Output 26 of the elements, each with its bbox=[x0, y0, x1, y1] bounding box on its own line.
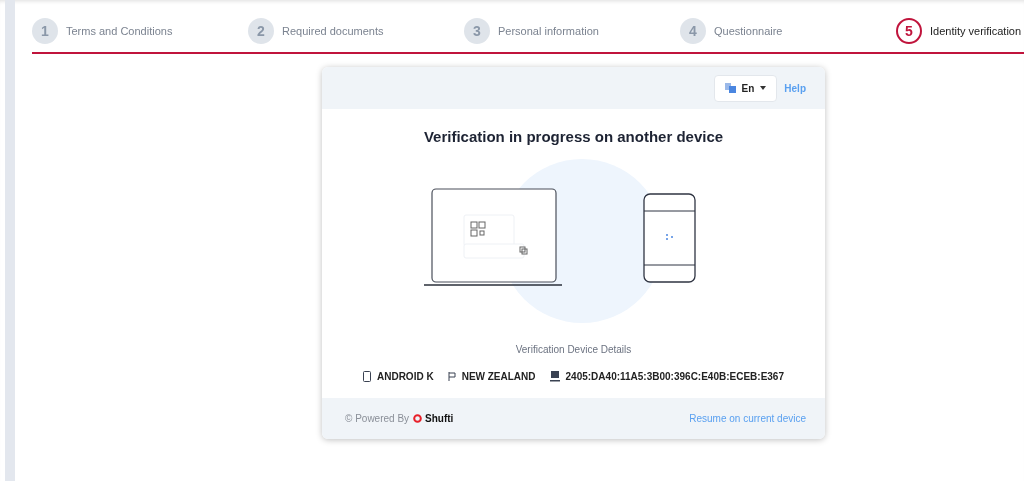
step-number: 3 bbox=[464, 18, 490, 44]
step-number: 2 bbox=[248, 18, 274, 44]
step-label: Questionnaire bbox=[714, 23, 783, 39]
step-label: Terms and Conditions bbox=[66, 23, 173, 39]
step-number: 4 bbox=[680, 18, 706, 44]
caret-icon bbox=[760, 86, 767, 90]
language-dropdown[interactable]: En bbox=[713, 74, 778, 102]
resume-link[interactable]: Resume on current device bbox=[689, 410, 806, 426]
help-link[interactable]: Help bbox=[784, 80, 806, 96]
step-number: 1 bbox=[32, 18, 58, 44]
phone-icon bbox=[363, 370, 371, 382]
device-detail: ANDROID K bbox=[377, 369, 434, 384]
logo-icon bbox=[413, 413, 423, 423]
computer-icon bbox=[549, 370, 560, 382]
brand-name: Shufti bbox=[425, 411, 454, 426]
device-detail: NEW ZEALAND bbox=[461, 369, 536, 384]
flag-icon bbox=[447, 371, 456, 381]
step-label: Required documents bbox=[282, 23, 384, 39]
translate-icon bbox=[724, 83, 736, 93]
details-label: Verification Device Details bbox=[514, 342, 633, 357]
powered-by-text: © Powered By bbox=[345, 411, 410, 426]
device-detail: 2405:DA40:11A5:3B00:396C:E40B:ECEB:E367 bbox=[565, 369, 784, 384]
step-number: 5 bbox=[896, 18, 922, 44]
step-label: Personal information bbox=[498, 23, 599, 39]
step-label: Identity verification bbox=[930, 23, 1022, 39]
heading: Verification in progress on another device bbox=[422, 127, 725, 147]
